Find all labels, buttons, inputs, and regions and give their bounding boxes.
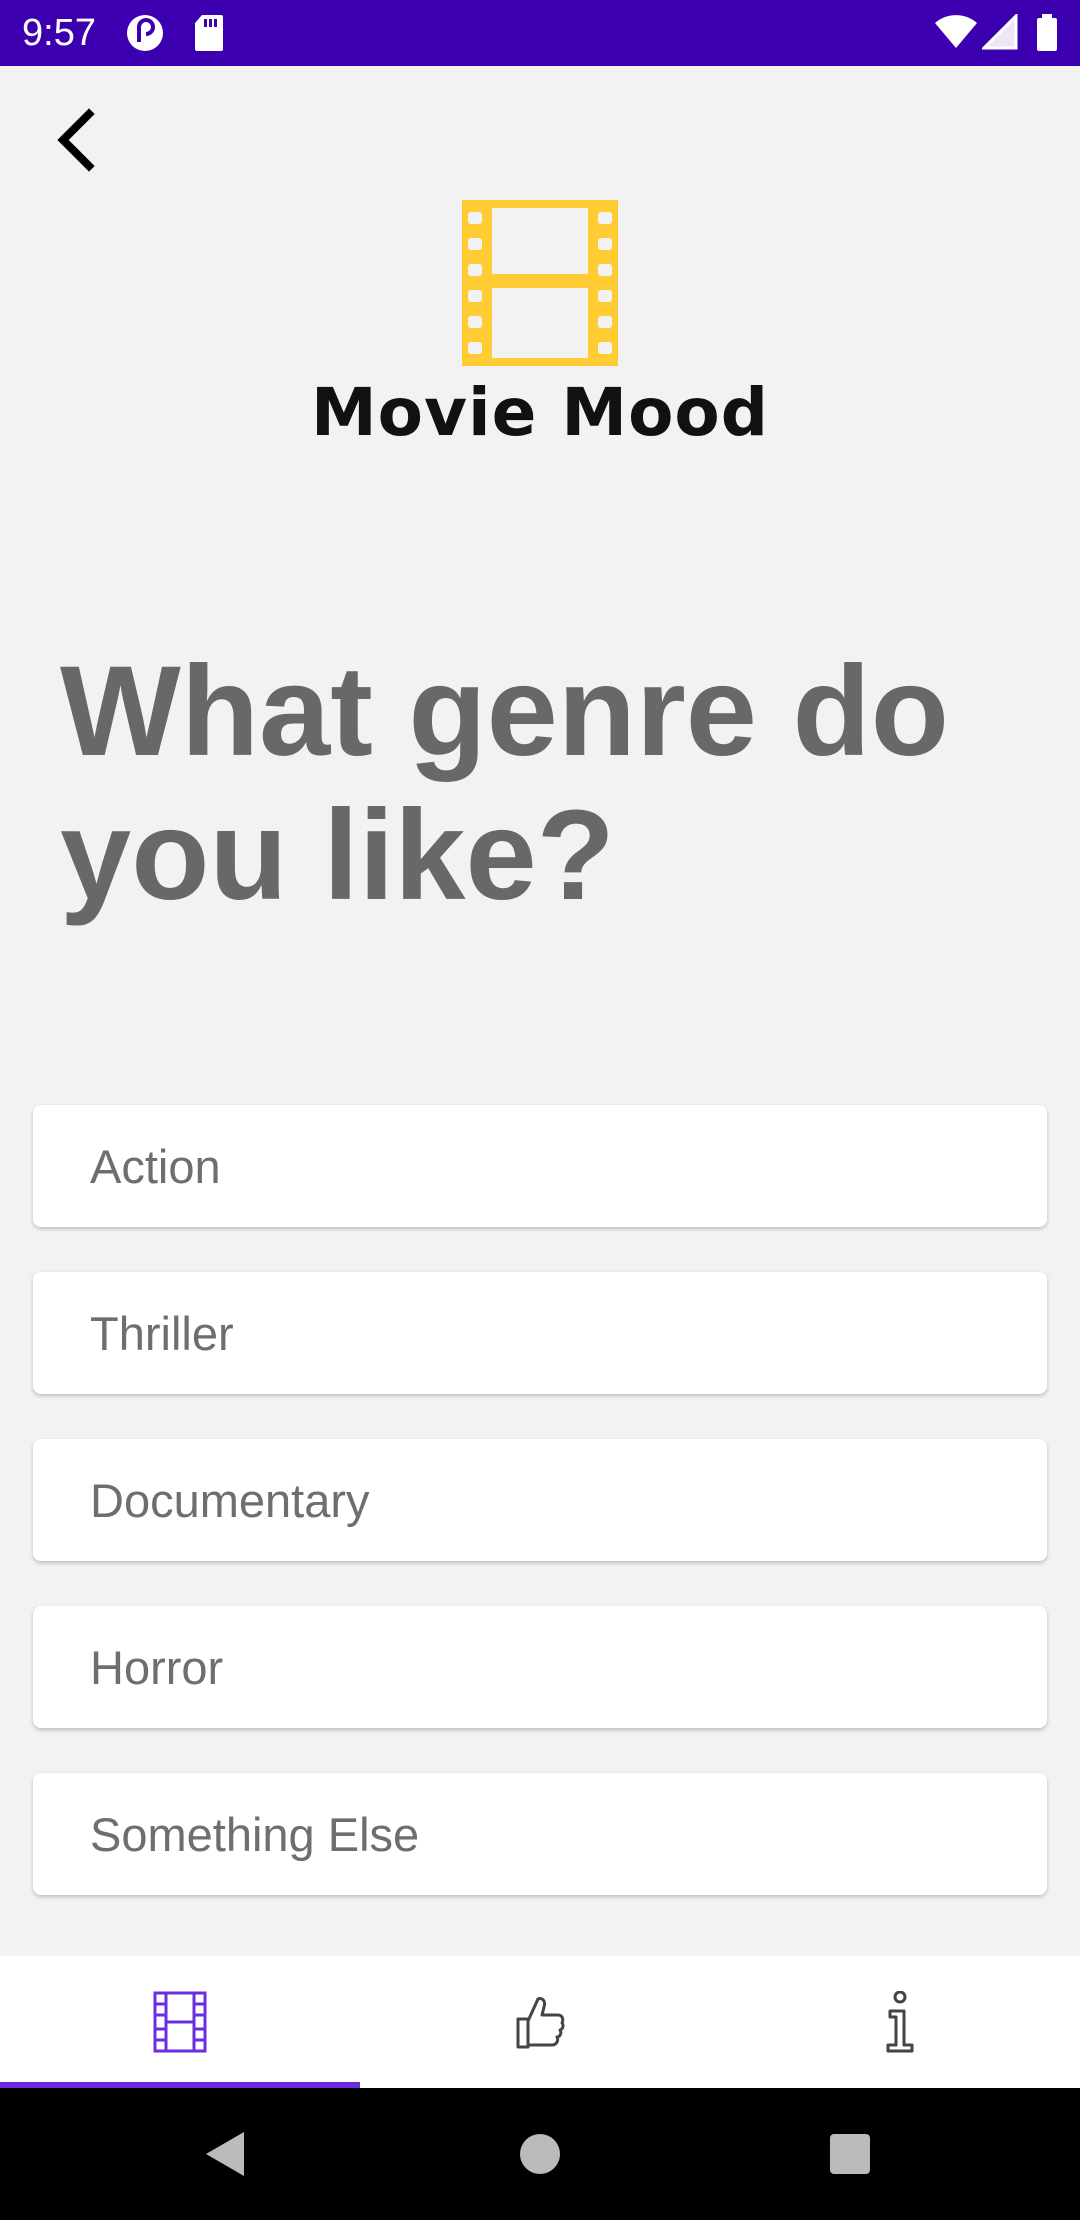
genre-label: Action — [90, 1139, 221, 1193]
genre-label: Documentary — [90, 1473, 370, 1527]
recents-icon[interactable] — [828, 2130, 872, 2183]
tab-movies[interactable] — [0, 1956, 360, 2088]
genre-list: Action Thriller Documentary Horror Somet… — [33, 1105, 1047, 1940]
app-logo: Movie Mood — [0, 198, 1080, 451]
status-bar: 9:57 — [0, 0, 1080, 66]
wifi-icon — [934, 14, 978, 55]
tab-info[interactable] — [720, 1956, 1080, 2088]
genre-label: Horror — [90, 1640, 224, 1694]
chevron-left-icon — [57, 108, 95, 172]
genre-option-action[interactable]: Action — [33, 1105, 1047, 1227]
genre-label: Something Else — [90, 1807, 420, 1861]
tab-favorites[interactable] — [360, 1956, 720, 2088]
battery-icon — [1036, 14, 1058, 57]
question-heading: What genre do you like? — [60, 640, 949, 927]
system-navigation-bar — [0, 2088, 1080, 2220]
thumbs-up-icon — [516, 1997, 565, 2049]
bottom-navigation — [0, 1956, 1080, 2088]
back-button[interactable] — [40, 100, 110, 180]
home-icon[interactable] — [518, 2130, 562, 2183]
pocket-casts-icon — [126, 14, 164, 57]
genre-option-horror[interactable]: Horror — [33, 1606, 1047, 1728]
genre-label: Thriller — [90, 1306, 234, 1360]
genre-option-documentary[interactable]: Documentary — [33, 1439, 1047, 1561]
status-time: 9:57 — [22, 12, 96, 54]
film-strip-logo-icon — [462, 200, 618, 366]
film-icon — [153, 1991, 207, 2053]
back-icon[interactable] — [204, 2130, 246, 2183]
genre-option-something-else[interactable]: Something Else — [33, 1773, 1047, 1895]
cellular-signal-icon — [980, 12, 1018, 55]
genre-option-thriller[interactable]: Thriller — [33, 1272, 1047, 1394]
app-name: Movie Mood — [310, 374, 769, 451]
info-icon — [886, 1991, 914, 2053]
sd-card-icon — [194, 14, 224, 57]
